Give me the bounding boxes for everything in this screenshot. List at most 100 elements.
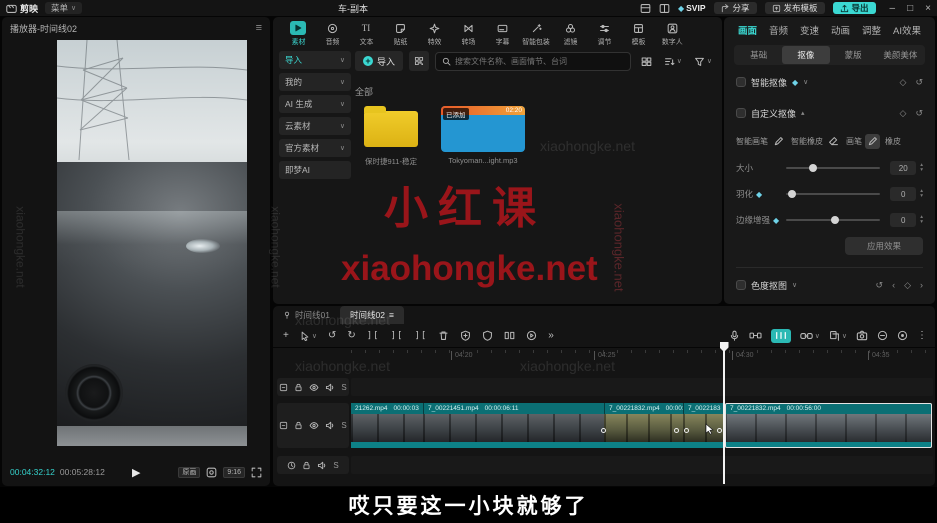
media-tab-material[interactable]: 素材: [283, 20, 313, 47]
feather-slider[interactable]: [786, 189, 881, 198]
magnifier-preview-icon[interactable]: [206, 467, 217, 478]
size-stepper[interactable]: ▴ ▾: [920, 162, 923, 173]
tab-picture[interactable]: 画面: [738, 23, 757, 37]
tab-adjust[interactable]: 调整: [862, 23, 881, 37]
media-tab-effects[interactable]: 特效: [419, 20, 449, 47]
undo-button[interactable]: ↺: [328, 330, 336, 341]
layout-panel-icon[interactable]: [659, 3, 670, 14]
add-track-button[interactable]: +: [283, 330, 289, 341]
tab-ai-effects[interactable]: AI效果: [893, 23, 921, 37]
clip-4[interactable]: 7_0022183: [683, 403, 725, 448]
sidebar-item-ai-generate[interactable]: AI 生成 ∨: [279, 95, 351, 113]
folder-tile[interactable]: 保时捷911-稳定: [355, 106, 427, 167]
keyframe-next-icon[interactable]: ›: [920, 280, 923, 291]
add-keyframe-icon[interactable]: ◇: [900, 77, 907, 88]
tab-audio[interactable]: 音频: [769, 23, 788, 37]
trim-left-button[interactable]: ][: [391, 331, 404, 341]
sort-button[interactable]: ∨: [664, 56, 682, 67]
media-tab-sticker[interactable]: 贴纸: [385, 20, 415, 47]
microphone-icon[interactable]: [729, 330, 740, 341]
search-box[interactable]: [435, 51, 632, 71]
grid-view-icon[interactable]: [641, 56, 652, 67]
timeline-menu-icon[interactable]: ≡: [389, 310, 394, 320]
timeline-more-button[interactable]: ⋮: [917, 330, 927, 341]
filter-button[interactable]: ∨: [694, 56, 712, 67]
more-tools-button[interactable]: »: [548, 330, 554, 341]
play-button[interactable]: ▶: [132, 466, 140, 479]
size-slider[interactable]: [786, 163, 881, 172]
keyframe-prev-icon[interactable]: ‹: [892, 280, 895, 291]
collapse-track-icon[interactable]: [279, 421, 288, 430]
media-tab-filters[interactable]: 滤镜: [555, 20, 585, 47]
clip-3[interactable]: 7_00221832.mp4 00:00:: [604, 403, 683, 448]
lock-icon[interactable]: [302, 461, 311, 470]
eraser-tool[interactable]: 橡皮: [885, 136, 901, 147]
media-tab-transitions[interactable]: 转场: [453, 20, 483, 47]
window-minimize-button[interactable]: –: [890, 3, 896, 14]
chevron-up-icon[interactable]: ▴: [801, 109, 805, 117]
aspect-ratio-button[interactable]: 9:16: [223, 466, 245, 478]
menu-button[interactable]: 菜单 ∨: [45, 2, 83, 14]
collapse-track-icon[interactable]: [279, 383, 288, 392]
snap-icon[interactable]: [749, 330, 762, 341]
smart-brush-tool[interactable]: 智能画笔: [736, 134, 786, 149]
timeline-tab-02[interactable]: 时间线02 ≡: [339, 306, 404, 324]
split-button[interactable]: ][: [367, 331, 380, 341]
window-close-button[interactable]: ×: [925, 3, 931, 14]
sidebar-item-jimeng-ai[interactable]: 即梦AI: [279, 161, 351, 179]
timeline-tab-01[interactable]: 时间线01: [273, 306, 340, 324]
solo-label[interactable]: S: [341, 421, 346, 430]
speaker-icon[interactable]: [317, 461, 327, 470]
lock-icon[interactable]: [294, 383, 303, 392]
delete-icon[interactable]: [438, 330, 449, 341]
reset-icon[interactable]: ↺: [915, 108, 923, 119]
svip-badge[interactable]: ◆ SVIP: [678, 3, 706, 13]
solo-label[interactable]: S: [333, 461, 338, 470]
smart-keying-toggle[interactable]: [736, 77, 746, 87]
eye-icon[interactable]: [309, 383, 319, 392]
preview-axis-toggle[interactable]: [770, 328, 791, 343]
filter-all-label[interactable]: 全部: [355, 85, 716, 98]
search-input[interactable]: [455, 56, 625, 66]
mirror-icon[interactable]: [504, 330, 515, 341]
chroma-key-toggle[interactable]: [736, 280, 746, 290]
playhead[interactable]: [723, 342, 725, 484]
track-lane-overlay[interactable]: [351, 378, 933, 396]
speaker-icon[interactable]: [325, 383, 335, 392]
add-keyframe-icon[interactable]: ◇: [900, 108, 907, 119]
keyframe-marker[interactable]: [717, 428, 722, 433]
speaker-icon[interactable]: [325, 421, 335, 430]
clock-icon[interactable]: [287, 461, 296, 470]
feather-stepper[interactable]: ▴ ▾: [920, 188, 923, 199]
media-tab-audio[interactable]: 音频: [317, 20, 347, 47]
custom-keying-toggle[interactable]: [736, 108, 746, 118]
eye-icon[interactable]: [309, 421, 319, 430]
sidebar-item-import[interactable]: 导入 ∨: [279, 51, 351, 69]
media-tab-adjust[interactable]: 调节: [589, 20, 619, 47]
zoom-out-icon[interactable]: [877, 330, 888, 341]
subtab-beauty[interactable]: 美颜美体: [877, 46, 924, 64]
clip-5-selected[interactable]: 7_00221832.mp4 00:00:56:00: [725, 403, 932, 448]
player-menu-icon[interactable]: ≡: [256, 22, 262, 34]
cover-camera-icon[interactable]: [856, 330, 868, 341]
sidebar-item-mine[interactable]: 我的 ∨: [279, 73, 351, 91]
apply-effect-button[interactable]: 应用效果: [845, 237, 923, 255]
feather-value[interactable]: 0: [890, 187, 917, 201]
reset-icon[interactable]: ↺: [915, 77, 923, 88]
subtab-mask[interactable]: 蒙版: [830, 46, 877, 64]
keyframe-diamond-icon[interactable]: ◇: [904, 280, 911, 291]
layout-toggle-icon[interactable]: [640, 3, 651, 14]
subtab-basic[interactable]: 基础: [735, 46, 782, 64]
track-lane-audio[interactable]: [351, 456, 933, 474]
fullscreen-icon[interactable]: [251, 467, 262, 478]
media-tab-smart-package[interactable]: 智能包装: [521, 20, 551, 47]
audio-tile[interactable]: 02:20 已添加 Tokyoman...ight.mp3: [441, 106, 525, 167]
trim-right-button[interactable]: ][: [414, 331, 427, 341]
track-link-button[interactable]: ∨: [800, 331, 820, 341]
reset-icon[interactable]: ↺: [876, 280, 884, 291]
clip-1[interactable]: 21262.mp4 00:00:03: [351, 403, 423, 448]
edge-stepper[interactable]: ▴ ▾: [920, 214, 923, 225]
quality-button[interactable]: 原画: [178, 466, 201, 478]
copy-mode-button[interactable]: ∨: [829, 330, 847, 341]
keyframe-marker[interactable]: [674, 428, 679, 433]
